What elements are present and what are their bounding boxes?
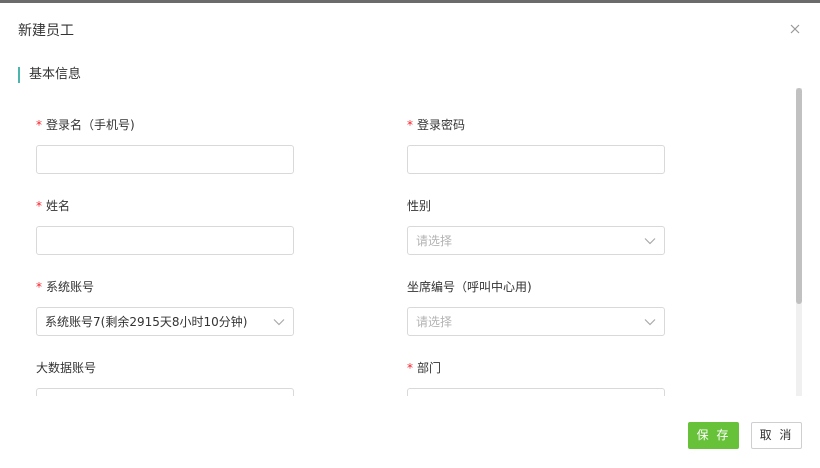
big-data-account-input[interactable] (36, 388, 294, 396)
section-title: 基本信息 (29, 67, 82, 82)
chevron-down-icon (273, 319, 285, 326)
seat-number-select-placeholder: 请选择 (416, 315, 453, 329)
name-label: * 姓名 (36, 199, 71, 213)
chevron-down-icon (644, 319, 656, 326)
close-icon[interactable] (788, 22, 802, 36)
system-account-label: * 系统账号 (36, 280, 95, 294)
scrollbar-thumb[interactable] (796, 88, 802, 304)
form-scroll-area: * 登录名（手机号) * 登录密码 * 姓名 性别 请选择 * 系统账号 系统账号7(剩… (0, 88, 810, 396)
seat-number-label: 坐席编号（呼叫中心用) (407, 280, 532, 294)
seat-number-select[interactable]: 请选择 (407, 307, 665, 336)
section-accent-bar (18, 67, 20, 83)
password-label: * 登录密码 (407, 118, 466, 132)
required-marker: * (36, 280, 42, 294)
required-marker: * (407, 361, 413, 375)
required-marker: * (36, 199, 42, 213)
dialog-title: 新建员工 (18, 23, 74, 39)
department-input[interactable] (407, 388, 665, 396)
big-data-account-label: 大数据账号 (36, 361, 97, 375)
gender-select[interactable]: 请选择 (407, 226, 665, 255)
gender-label: 性别 (407, 199, 432, 213)
system-account-selected-value: 系统账号7(剩余2915天8小时10分钟) (45, 315, 248, 329)
gender-select-placeholder: 请选择 (416, 234, 453, 248)
department-label: * 部门 (407, 361, 442, 375)
save-button[interactable]: 保 存 (688, 422, 739, 449)
name-input[interactable] (36, 226, 294, 255)
cancel-button[interactable]: 取 消 (751, 422, 802, 449)
password-input[interactable] (407, 145, 665, 174)
system-account-select[interactable]: 系统账号7(剩余2915天8小时10分钟) (36, 307, 294, 336)
required-marker: * (36, 118, 42, 132)
chevron-down-icon (644, 238, 656, 245)
login-name-label: * 登录名（手机号) (36, 118, 135, 132)
login-name-input[interactable] (36, 145, 294, 174)
required-marker: * (407, 118, 413, 132)
